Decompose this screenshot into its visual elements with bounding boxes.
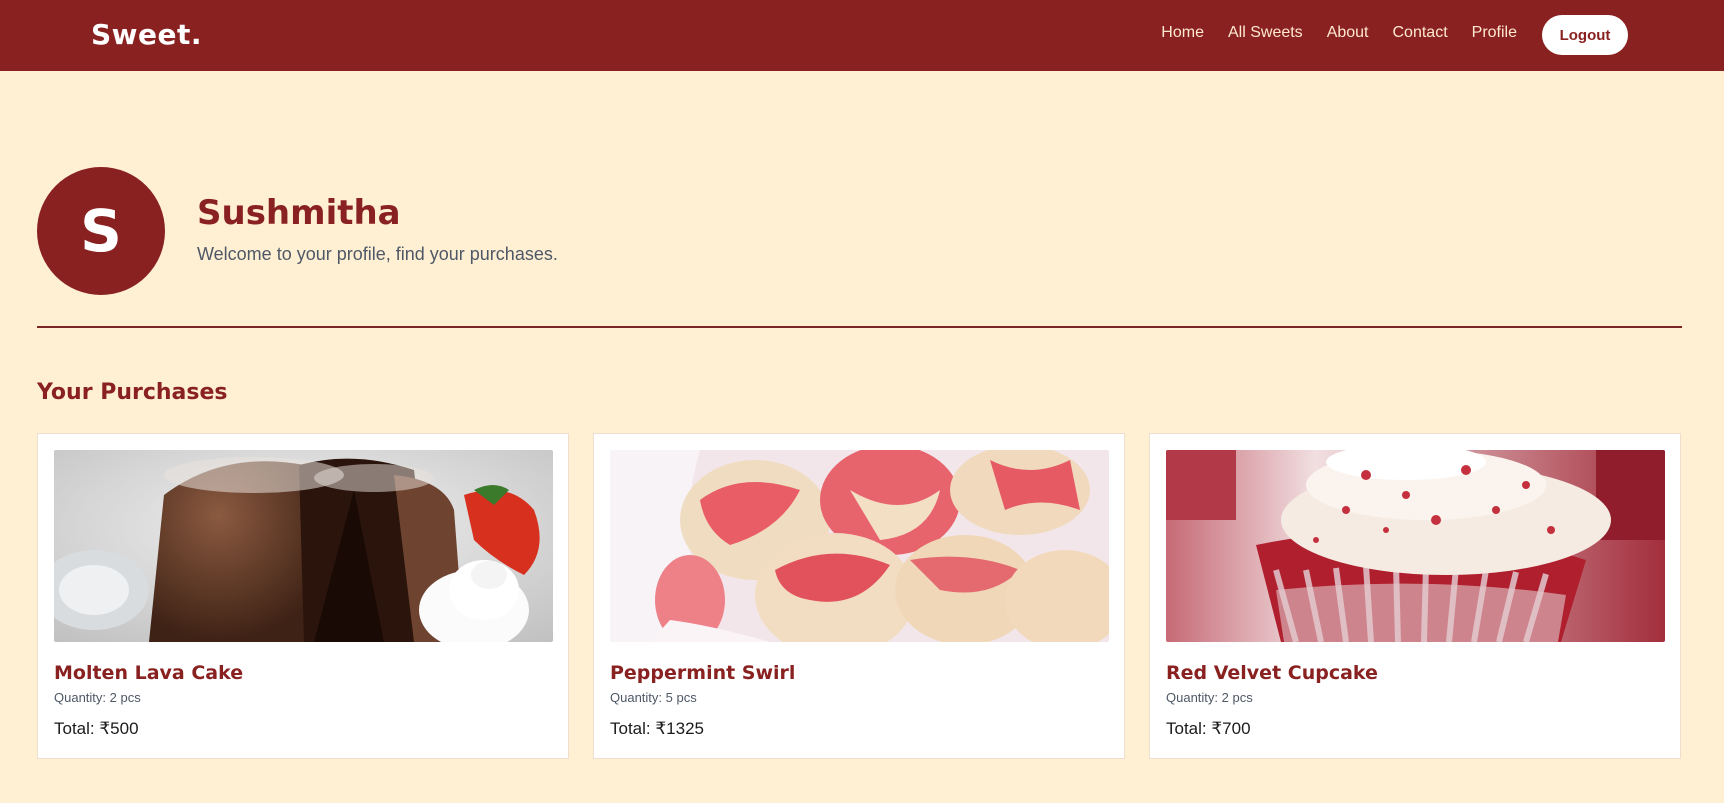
purchase-total: Total: ₹500 [54, 719, 139, 738]
purchase-quantity: Quantity: 2 pcs [1166, 690, 1253, 705]
molten-lava-cake-image [54, 450, 553, 642]
peppermint-swirl-image [610, 450, 1109, 642]
molten-lava-cake-icon [54, 450, 553, 642]
brand-logo[interactable]: Sweet. [91, 18, 202, 51]
nav-links: Home All Sweets About Contact Profile [1161, 24, 1517, 42]
purchases-title: Your Purchases [37, 380, 228, 405]
section-divider [37, 326, 1682, 328]
purchases-list: Molten Lava Cake Quantity: 2 pcs Total: … [37, 433, 1682, 759]
red-velvet-cupcake-icon [1166, 450, 1665, 642]
purchase-total: Total: ₹1325 [610, 719, 704, 738]
nav-link-profile[interactable]: Profile [1472, 24, 1517, 42]
nav-link-all-sweets[interactable]: All Sweets [1228, 24, 1303, 42]
nav-link-about[interactable]: About [1327, 24, 1369, 42]
purchase-name: Peppermint Swirl [610, 662, 796, 684]
purchase-total: Total: ₹700 [1166, 719, 1251, 738]
profile-subtitle: Welcome to your profile, find your purch… [197, 244, 558, 264]
avatar-initial: S [80, 197, 122, 265]
purchase-card[interactable]: Molten Lava Cake Quantity: 2 pcs Total: … [37, 433, 569, 759]
purchase-card[interactable]: Red Velvet Cupcake Quantity: 2 pcs Total… [1149, 433, 1681, 759]
purchase-card[interactable]: Peppermint Swirl Quantity: 5 pcs Total: … [593, 433, 1125, 759]
purchase-name: Red Velvet Cupcake [1166, 662, 1378, 684]
nav-link-contact[interactable]: Contact [1393, 24, 1448, 42]
profile-name: Sushmitha [197, 193, 401, 233]
red-velvet-cupcake-image [1166, 450, 1665, 642]
peppermint-swirl-icon [610, 450, 1109, 642]
nav-link-home[interactable]: Home [1161, 24, 1204, 42]
purchase-quantity: Quantity: 2 pcs [54, 690, 141, 705]
navbar: Sweet. Home All Sweets About Contact Pro… [0, 0, 1724, 71]
avatar: S [37, 167, 165, 295]
logout-button[interactable]: Logout [1542, 15, 1628, 55]
purchase-quantity: Quantity: 5 pcs [610, 690, 697, 705]
purchase-name: Molten Lava Cake [54, 662, 244, 684]
